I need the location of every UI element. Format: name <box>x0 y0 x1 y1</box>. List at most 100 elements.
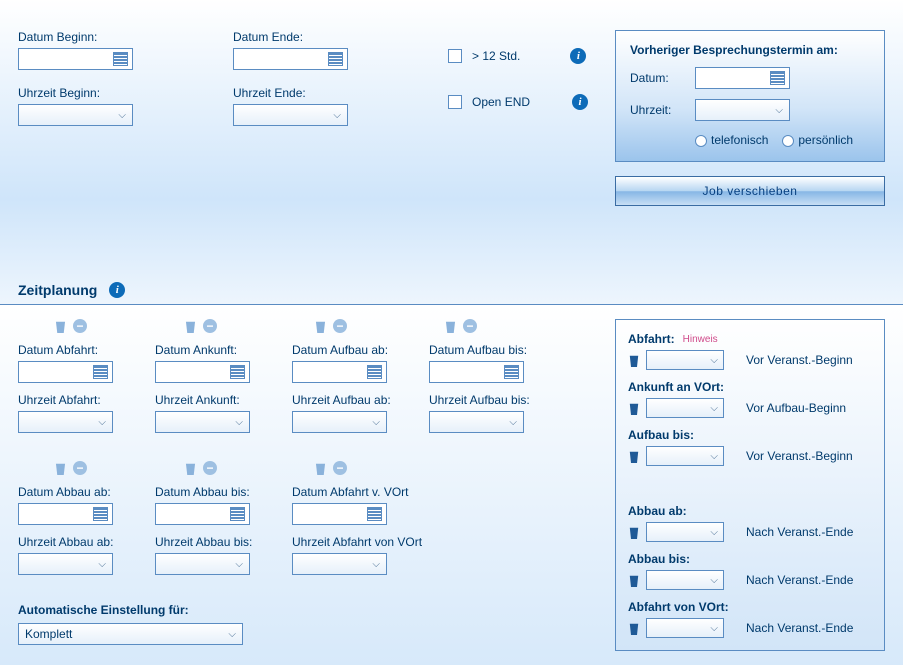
meeting-date-input[interactable] <box>695 67 790 89</box>
gt12-checkbox[interactable] <box>448 49 462 63</box>
minus-icon[interactable]: − <box>203 461 217 475</box>
info-icon[interactable]: i <box>572 94 588 110</box>
date-abbau-ab-input[interactable] <box>18 503 113 525</box>
chevron-down-icon: ⌵ <box>710 355 718 366</box>
off-abbaubis-select[interactable]: ⌵ <box>646 570 724 590</box>
off-aufbaubis-select[interactable]: ⌵ <box>646 446 724 466</box>
trash-icon[interactable] <box>314 461 327 475</box>
label-datum-abbau-ab: Datum Abbau ab: <box>18 485 135 499</box>
label-uhrzeit-beginn: Uhrzeit Beginn: <box>18 86 193 100</box>
chevron-down-icon: ⌵ <box>118 110 126 121</box>
auto-einstellung-select[interactable]: Komplett ⌵ <box>18 623 243 645</box>
label-datum-abbau-bis: Datum Abbau bis: <box>155 485 272 499</box>
time-beginn-select[interactable]: ⌵ <box>18 104 133 126</box>
minus-icon[interactable]: − <box>333 461 347 475</box>
off-ankunft-suffix: Vor Aufbau-Beginn <box>746 401 846 415</box>
trash-icon[interactable] <box>628 621 640 635</box>
radio-persoenlich[interactable]: persönlich <box>782 133 853 147</box>
info-icon[interactable]: i <box>570 48 586 64</box>
offsets-panel: Abfahrt:Hinweis ⌵ Vor Veranst.-Beginn An… <box>615 319 885 651</box>
calendar-icon <box>770 71 785 85</box>
date-abfahrt-input[interactable] <box>18 361 113 383</box>
time-aufbau-ab-select[interactable]: ⌵ <box>292 411 387 433</box>
chevron-down-icon: ⌵ <box>710 527 718 538</box>
date-ankunft-input[interactable] <box>155 361 250 383</box>
chevron-down-icon: ⌵ <box>372 559 380 570</box>
chevron-down-icon: ⌵ <box>228 629 236 640</box>
calendar-icon <box>328 52 343 66</box>
minus-icon[interactable]: − <box>73 461 87 475</box>
chevron-down-icon: ⌵ <box>372 417 380 428</box>
off-hinweis[interactable]: Hinweis <box>683 334 718 345</box>
minus-icon[interactable]: − <box>73 319 87 333</box>
date-aufbau-bis-input[interactable] <box>429 361 524 383</box>
trash-icon[interactable] <box>628 401 640 415</box>
date-abfahrt-vort-input[interactable] <box>292 503 387 525</box>
chevron-down-icon: ⌵ <box>98 417 106 428</box>
meeting-datum-label: Datum: <box>630 71 685 85</box>
off-ankunft-select[interactable]: ⌵ <box>646 398 724 418</box>
off-abfahrt-select[interactable]: ⌵ <box>646 350 724 370</box>
trash-icon[interactable] <box>444 319 457 333</box>
section-title-zeitplanung: Zeitplanung <box>18 282 97 298</box>
minus-icon[interactable]: − <box>203 319 217 333</box>
meeting-uhrzeit-label: Uhrzeit: <box>630 103 685 117</box>
meeting-time-select[interactable]: ⌵ <box>695 99 790 121</box>
calendar-icon <box>504 365 519 379</box>
trash-icon[interactable] <box>54 461 67 475</box>
date-beginn-input[interactable] <box>18 48 133 70</box>
off-abbaubis-suffix: Nach Veranst.-Ende <box>746 573 853 587</box>
openend-checkbox[interactable] <box>448 95 462 109</box>
label-uhrzeit-abfahrt: Uhrzeit Abfahrt: <box>18 393 135 407</box>
trash-icon[interactable] <box>628 353 640 367</box>
time-abbau-bis-select[interactable]: ⌵ <box>155 553 250 575</box>
off-abfahrt-title: Abfahrt: <box>628 332 675 346</box>
minus-icon[interactable]: − <box>463 319 477 333</box>
trash-icon[interactable] <box>314 319 327 333</box>
label-uhrzeit-aufbau-ab: Uhrzeit Aufbau ab: <box>292 393 409 407</box>
off-abfahrtvort-select[interactable]: ⌵ <box>646 618 724 638</box>
trash-icon[interactable] <box>628 573 640 587</box>
time-abfahrt-vort-select[interactable]: ⌵ <box>292 553 387 575</box>
label-datum-abfahrt-vort: Datum Abfahrt v. VOrt <box>292 485 437 499</box>
gt12-label: > 12 Std. <box>472 49 520 63</box>
trash-icon[interactable] <box>628 525 640 539</box>
off-aufbaubis-title: Aufbau bis: <box>628 428 694 442</box>
date-abbau-bis-input[interactable] <box>155 503 250 525</box>
auto-einstellung-value: Komplett <box>25 627 72 641</box>
trash-icon[interactable] <box>54 319 67 333</box>
label-uhrzeit-aufbau-bis: Uhrzeit Aufbau bis: <box>429 393 546 407</box>
off-abbauab-select[interactable]: ⌵ <box>646 522 724 542</box>
trash-icon[interactable] <box>628 449 640 463</box>
trash-icon[interactable] <box>184 319 197 333</box>
minus-icon[interactable]: − <box>333 319 347 333</box>
meeting-title: Vorheriger Besprechungstermin am: <box>630 43 870 57</box>
trash-icon[interactable] <box>184 461 197 475</box>
calendar-icon <box>230 507 245 521</box>
calendar-icon <box>93 365 108 379</box>
calendar-icon <box>113 52 128 66</box>
time-abbau-ab-select[interactable]: ⌵ <box>18 553 113 575</box>
label-uhrzeit-abfahrt-vort: Uhrzeit Abfahrt von VOrt <box>292 535 437 549</box>
auto-einstellung-label: Automatische Einstellung für: <box>18 603 608 617</box>
off-abbaubis-title: Abbau bis: <box>628 552 690 566</box>
time-abfahrt-select[interactable]: ⌵ <box>18 411 113 433</box>
date-aufbau-ab-input[interactable] <box>292 361 387 383</box>
off-aufbaubis-suffix: Vor Veranst.-Beginn <box>746 449 853 463</box>
time-aufbau-bis-select[interactable]: ⌵ <box>429 411 524 433</box>
calendar-icon <box>367 507 382 521</box>
info-icon[interactable]: i <box>109 282 125 298</box>
time-ankunft-select[interactable]: ⌵ <box>155 411 250 433</box>
radio-telefonisch[interactable]: telefonisch <box>695 133 768 147</box>
chevron-down-icon: ⌵ <box>235 417 243 428</box>
off-abfahrt-suffix: Vor Veranst.-Beginn <box>746 353 853 367</box>
date-ende-input[interactable] <box>233 48 348 70</box>
time-ende-select[interactable]: ⌵ <box>233 104 348 126</box>
job-verschieben-button[interactable]: Job verschieben <box>615 176 885 206</box>
chevron-down-icon: ⌵ <box>710 575 718 586</box>
chevron-down-icon: ⌵ <box>775 105 783 116</box>
radio-telefonisch-label: telefonisch <box>711 133 768 147</box>
label-uhrzeit-abbau-ab: Uhrzeit Abbau ab: <box>18 535 135 549</box>
label-datum-aufbau-ab: Datum Aufbau ab: <box>292 343 409 357</box>
chevron-down-icon: ⌵ <box>509 417 517 428</box>
